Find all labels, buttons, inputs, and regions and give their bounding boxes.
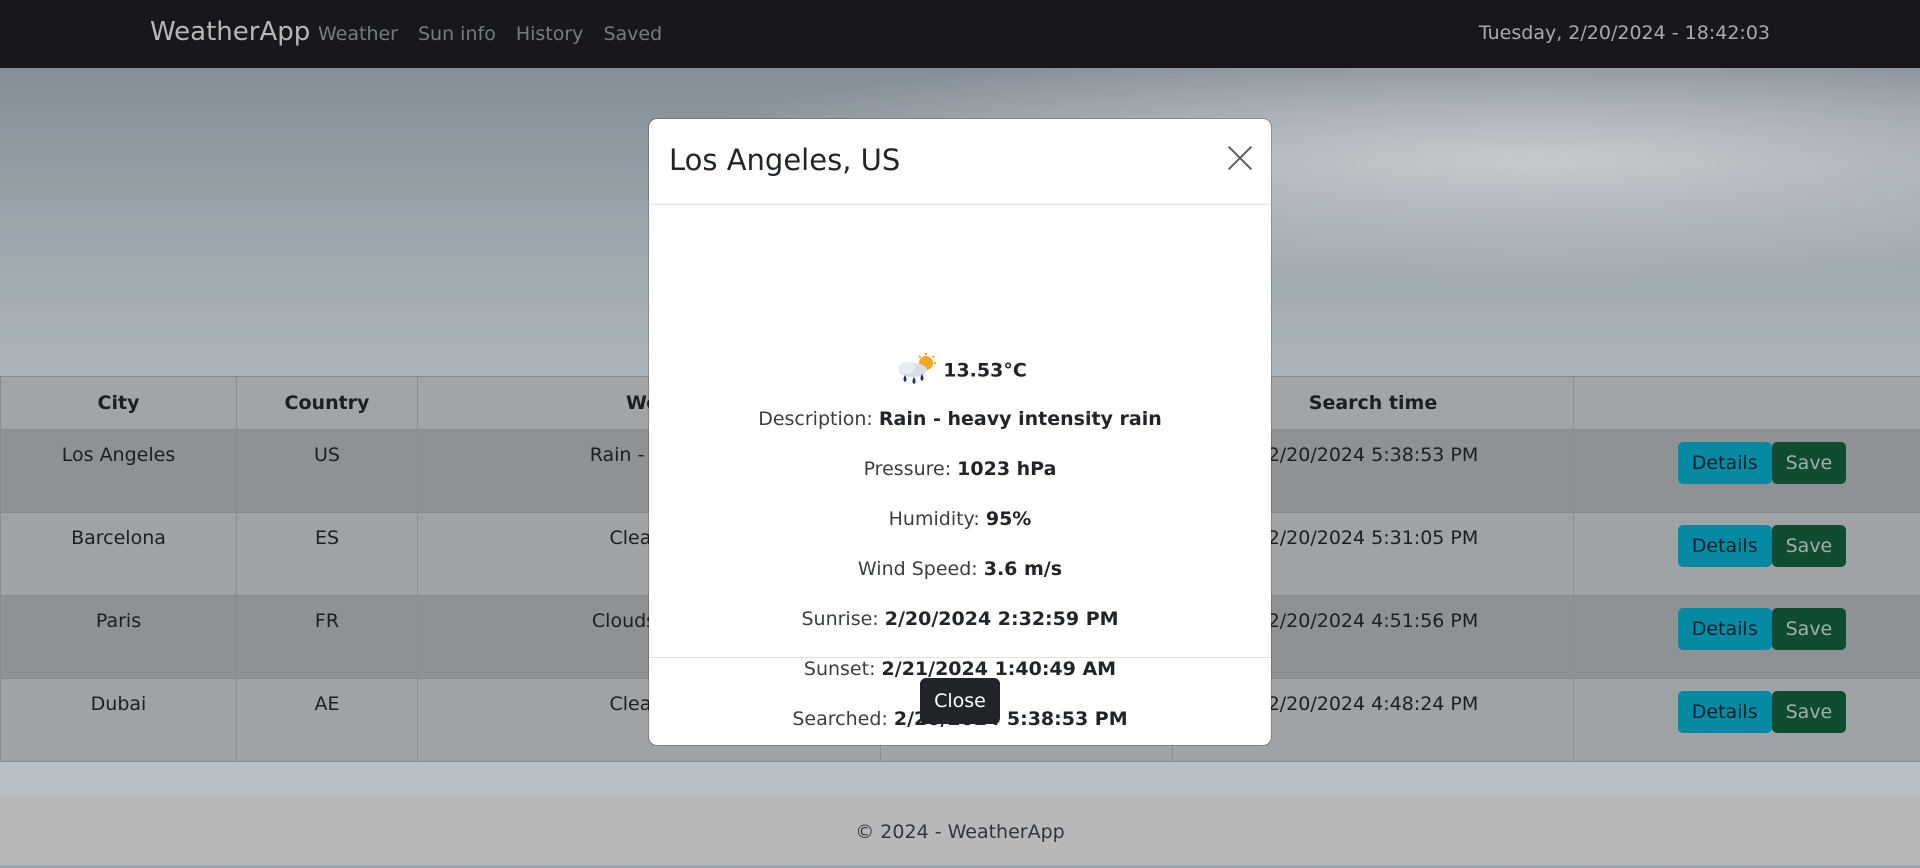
header-city: City [1,377,237,430]
wind-row: Wind Speed: 3.6 m/s [649,558,1271,580]
header-country: Country [237,377,418,430]
cell-actions: Details Save [1574,513,1920,596]
nav-history[interactable]: History [516,23,584,45]
cell-country: FR [237,596,418,679]
temperature-value: 13.53°C [943,360,1027,382]
cell-country: ES [237,513,418,596]
cell-actions: Details Save [1574,596,1920,679]
cell-country: AE [237,679,418,762]
cell-city: Paris [1,596,237,679]
details-button[interactable]: Details [1678,525,1772,567]
date-time-clock: Tuesday, 2/20/2024 - 18:42:03 [1479,22,1770,44]
sunrise-value: 2/20/2024 2:32:59 PM [885,608,1119,630]
nav-sun-info[interactable]: Sun info [418,23,496,45]
wind-label: Wind Speed: [858,558,978,580]
page-footer: © 2024 - WeatherApp [0,796,1920,865]
humidity-value: 95% [986,508,1031,530]
save-button[interactable]: Save [1772,442,1847,484]
details-button[interactable]: Details [1678,442,1772,484]
nav-saved[interactable]: Saved [603,23,662,45]
pressure-value: 1023 hPa [957,458,1056,480]
nav-weather[interactable]: Weather [318,23,398,45]
pressure-label: Pressure: [864,458,952,480]
sunrise-row: Sunrise: 2/20/2024 2:32:59 PM [649,608,1271,630]
details-button[interactable]: Details [1678,691,1772,733]
weather-details-modal: Los Angeles, US 13.53°C [649,119,1271,745]
top-navbar: WeatherApp Weather Sun info History Save… [0,0,1920,68]
brand-link[interactable]: WeatherApp [150,17,310,47]
cell-actions: Details Save [1574,430,1920,513]
humidity-row: Humidity: 95% [649,508,1271,530]
modal-header: Los Angeles, US [649,119,1271,205]
modal-footer: Close [649,657,1271,746]
details-button[interactable]: Details [1678,608,1772,650]
description-value: Rain - heavy intensity rain [879,408,1162,430]
humidity-label: Humidity: [889,508,980,530]
cell-city: Barcelona [1,513,237,596]
wind-value: 3.6 m/s [984,558,1062,580]
rain-sun-icon [893,353,937,389]
close-icon[interactable] [1227,145,1253,171]
pressure-row: Pressure: 1023 hPa [649,458,1271,480]
sunrise-label: Sunrise: [801,608,878,630]
temperature-row: 13.53°C [649,353,1271,389]
header-actions [1574,377,1920,430]
footer-text: © 2024 - WeatherApp [0,796,1920,868]
cell-country: US [237,430,418,513]
cell-city: Los Angeles [1,430,237,513]
close-button[interactable]: Close [920,678,1000,724]
save-button[interactable]: Save [1772,691,1847,733]
cell-city: Dubai [1,679,237,762]
save-button[interactable]: Save [1772,525,1847,567]
modal-title: Los Angeles, US [669,143,900,177]
description-label: Description: [758,408,873,430]
nav-links: Weather Sun info History Saved [318,23,662,45]
modal-body: 13.53°C Description: Rain - heavy intens… [649,205,1271,575]
description-row: Description: Rain - heavy intensity rain [649,408,1271,430]
save-button[interactable]: Save [1772,608,1847,650]
cell-actions: Details Save [1574,679,1920,762]
